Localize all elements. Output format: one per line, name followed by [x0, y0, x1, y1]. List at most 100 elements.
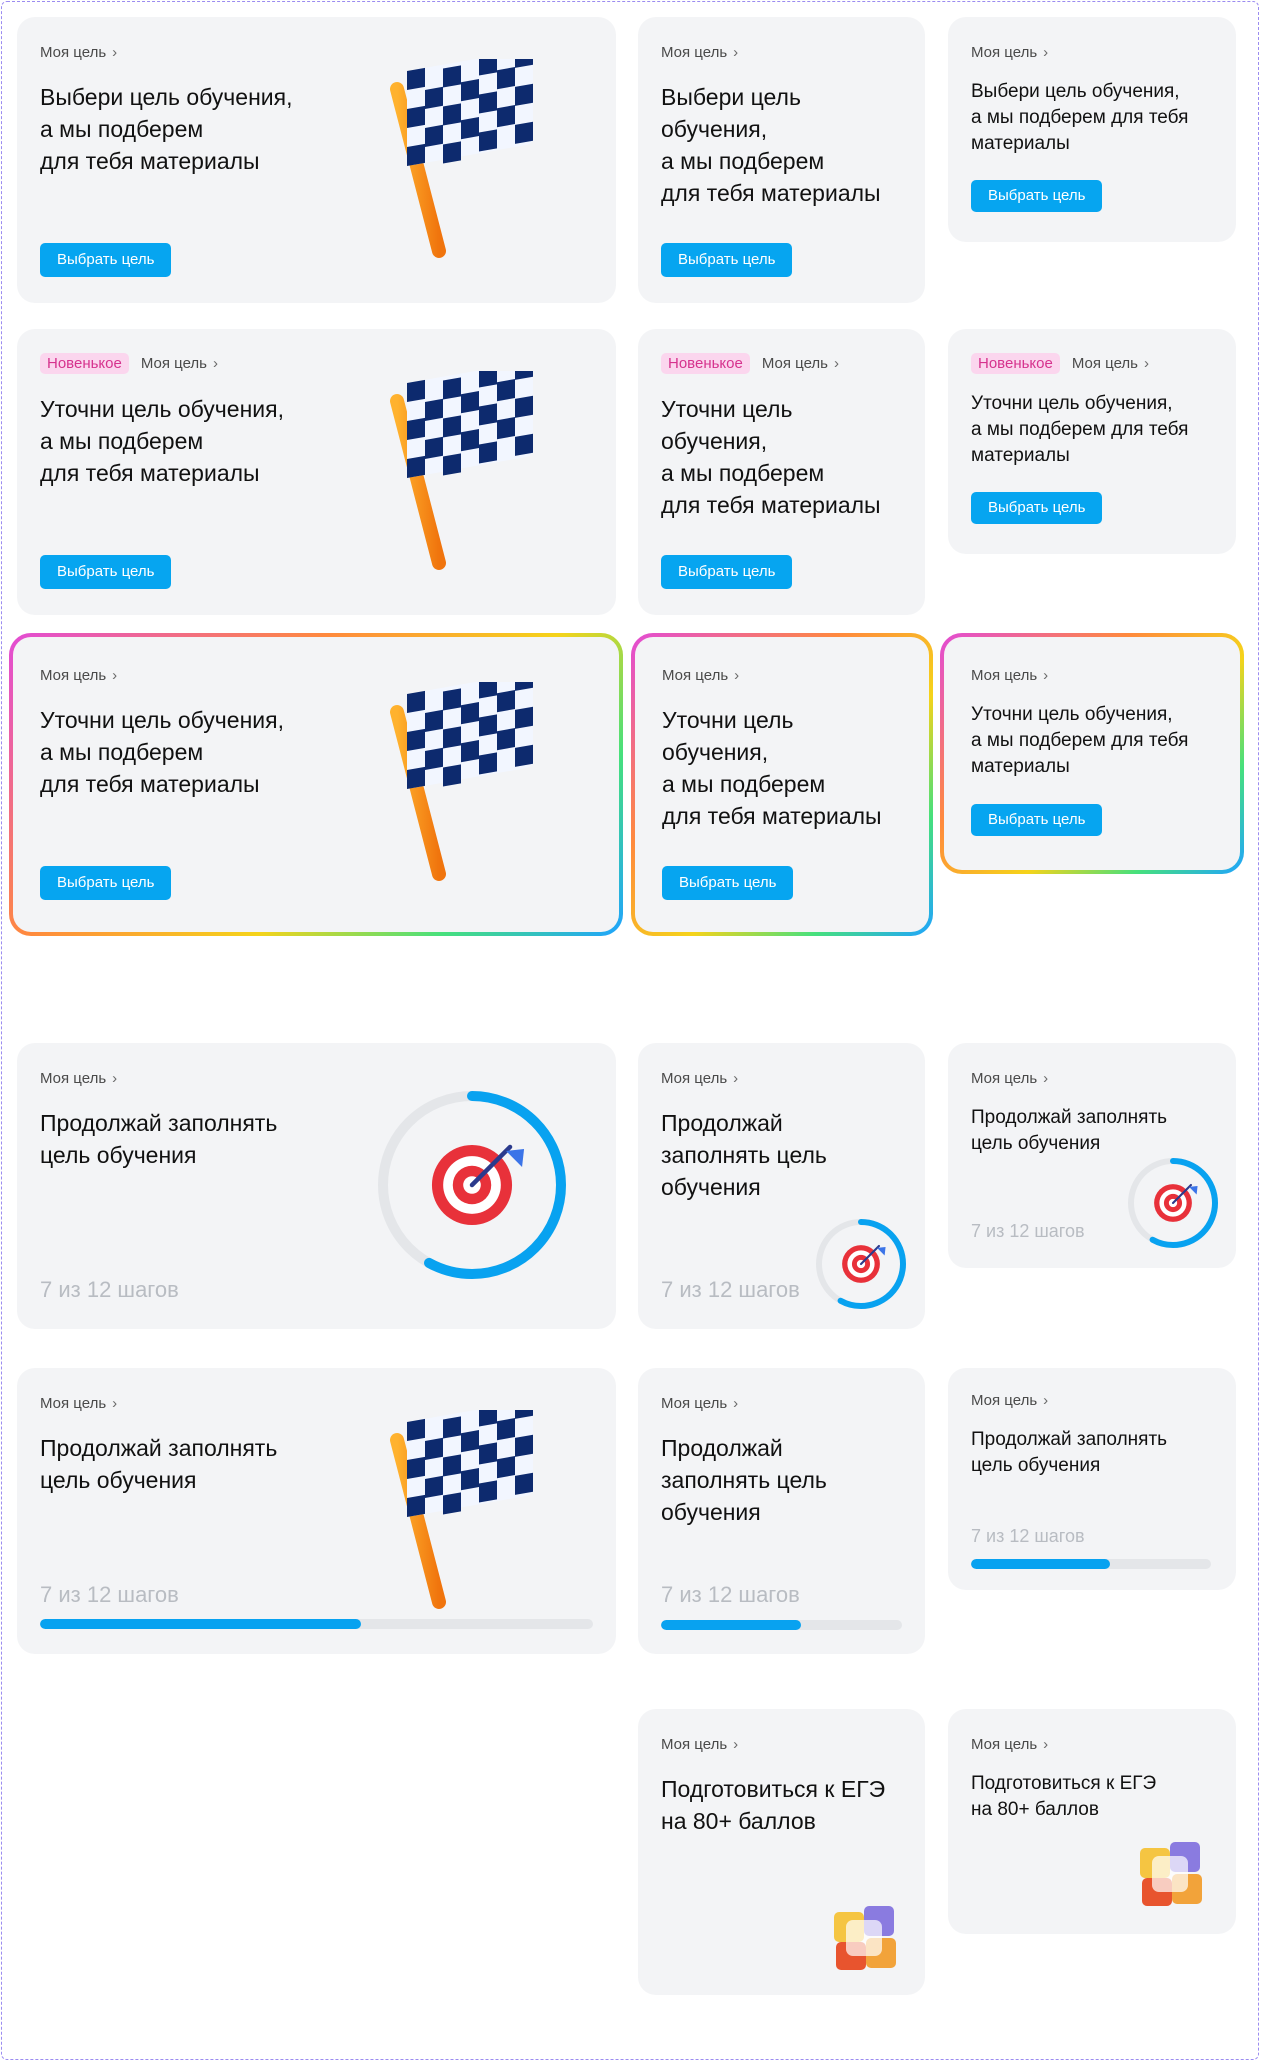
new-badge: Новенькое — [661, 353, 750, 374]
chevron-right-icon: › — [112, 667, 118, 684]
card-title: Уточни цель обучения, а мы подберем для … — [971, 704, 1189, 777]
breadcrumb-label: Моя цель — [1071, 355, 1138, 372]
chevron-right-icon: › — [733, 44, 739, 61]
chevron-right-icon: › — [733, 1070, 739, 1087]
breadcrumb[interactable]: Моя цель › — [661, 1736, 738, 1753]
goal-card-large-continue-bar[interactable]: Моя цель › Продолжай заполнять цель обуче… — [17, 1368, 616, 1654]
chevron-right-icon: › — [833, 355, 839, 372]
chevron-right-icon: › — [112, 44, 118, 61]
card-title: Продолжай заполнять цель обучения — [971, 1107, 1168, 1154]
breadcrumb[interactable]: Моя цель › — [971, 1736, 1048, 1753]
choose-goal-button[interactable]: Выбрать цель — [661, 243, 793, 277]
progress-fill — [661, 1620, 801, 1630]
progress-fill — [971, 1559, 1111, 1569]
checkered-flag-icon — [390, 371, 533, 570]
target-progress-ring — [378, 1091, 566, 1279]
choose-goal-button[interactable]: Выбрать цель — [971, 804, 1103, 836]
chevron-right-icon: › — [734, 667, 740, 684]
progress-fill — [40, 1619, 361, 1629]
choose-goal-button[interactable]: Выбрать цель — [971, 180, 1103, 212]
card-title: Продолжай заполнять цель обучения — [40, 1435, 278, 1493]
choose-goal-button[interactable]: Выбрать цель — [40, 866, 172, 900]
chevron-right-icon: › — [1043, 44, 1049, 61]
card-title: Выбери цель обучения, а мы подберем для … — [661, 84, 881, 206]
breadcrumb[interactable]: Моя цель › — [971, 1070, 1048, 1087]
breadcrumb-label: Моя цель — [971, 1736, 1038, 1753]
goal-card-small-choose[interactable]: Моя цель › Выбери цель обучения, а мы под… — [948, 17, 1236, 242]
steps-counter: 7 из 12 шагов — [40, 1277, 179, 1302]
breadcrumb-label: Моя цель — [971, 44, 1038, 61]
breadcrumb-label: Моя цель — [40, 667, 107, 684]
breadcrumb[interactable]: Моя цель › — [971, 44, 1048, 61]
chevron-right-icon: › — [733, 1395, 739, 1412]
chevron-right-icon: › — [1043, 1392, 1049, 1409]
checkered-flag-icon — [390, 1410, 533, 1609]
progress-bar — [971, 1559, 1211, 1569]
chevron-right-icon: › — [1043, 1736, 1049, 1753]
card-title: Подготовиться к ЕГЭ на 80+ баллов — [661, 1776, 886, 1834]
goal-card-small-refine-highlight[interactable]: Моя цель › Уточни цель обучения, а мы под… — [940, 633, 1244, 874]
goal-card-medium-refine-new[interactable]: Новенькое Моя цель › Уточни цель обучения,… — [638, 329, 925, 615]
chevron-right-icon: › — [112, 1395, 118, 1412]
goal-card-medium-ege[interactable]: Моя цель › Подготовиться к ЕГЭ на 80+ бал… — [638, 1709, 925, 1995]
new-badge: Новенькое — [971, 353, 1060, 374]
choose-goal-button[interactable]: Выбрать цель — [661, 555, 793, 589]
breadcrumb[interactable]: Моя цель › — [661, 44, 738, 61]
choose-goal-button[interactable]: Выбрать цель — [40, 555, 172, 589]
target-progress-ring — [816, 1219, 906, 1309]
goal-card-large-refine-new[interactable]: Новенькое Моя цель › Уточни цель обучения,… — [17, 329, 616, 615]
goal-card-small-continue-ring[interactable]: Моя цель › Продолжай заполнять цель обуче… — [948, 1043, 1236, 1268]
breadcrumb-label: Моя цель — [661, 44, 728, 61]
goal-card-medium-choose[interactable]: Моя цель › Выбери цель обучения, а мы под… — [638, 17, 925, 303]
card-title: Уточни цель обучения, а мы подберем для … — [971, 393, 1189, 466]
breadcrumb[interactable]: Моя цель › — [40, 44, 117, 61]
card-title: Продолжай заполнять цель обучения — [40, 1110, 278, 1168]
breadcrumb[interactable]: Моя цель › — [661, 1070, 738, 1087]
breadcrumb-label: Моя цель — [40, 44, 107, 61]
card-title: Продолжай заполнять цель обучения — [661, 1435, 827, 1525]
cube-icon — [834, 1906, 896, 1970]
steps-counter: 7 из 12 шагов — [40, 1582, 179, 1607]
goal-card-small-continue-bar[interactable]: Моя цель › Продолжай заполнять цель обуче… — [948, 1368, 1236, 1590]
goal-card-medium-continue-bar[interactable]: Моя цель › Продолжай заполнять цель обуче… — [638, 1368, 925, 1654]
progress-bar — [661, 1620, 902, 1630]
breadcrumb[interactable]: Новенькое Моя цель › — [971, 353, 1149, 374]
card-title: Уточни цель обучения, а мы подберем для … — [662, 707, 882, 829]
checkered-flag-icon — [390, 59, 533, 258]
breadcrumb[interactable]: Моя цель › — [40, 1395, 117, 1412]
breadcrumb-label: Моя цель — [761, 355, 828, 372]
choose-goal-button[interactable]: Выбрать цель — [971, 492, 1103, 524]
goal-card-medium-continue-ring[interactable]: Моя цель › Продолжай заполнять цель обуче… — [638, 1043, 925, 1329]
cube-icon — [1140, 1842, 1202, 1906]
checkered-flag-icon — [390, 682, 533, 881]
chevron-right-icon: › — [112, 1070, 118, 1087]
breadcrumb-label: Моя цель — [40, 1070, 107, 1087]
goal-card-small-ege[interactable]: Моя цель › Подготовиться к ЕГЭ на 80+ бал… — [948, 1709, 1236, 1934]
steps-counter: 7 из 12 шагов — [661, 1582, 800, 1607]
breadcrumb-label: Моя цель — [661, 1395, 728, 1412]
breadcrumb-label: Моя цель — [661, 1070, 728, 1087]
goal-card-large-continue-ring[interactable]: Моя цель › Продолжай заполнять цель обуче… — [17, 1043, 616, 1329]
breadcrumb[interactable]: Моя цель › — [971, 1392, 1048, 1409]
choose-goal-button[interactable]: Выбрать цель — [40, 243, 172, 277]
breadcrumb-label: Моя цель — [661, 1736, 728, 1753]
goal-card-large-choose[interactable]: Моя цель › Выбери цель обучения, а мы под… — [17, 17, 616, 303]
breadcrumb[interactable]: Новенькое Моя цель › — [661, 353, 839, 374]
card-title: Выбери цель обучения, а мы подберем для … — [40, 84, 293, 174]
breadcrumb-label: Моя цель — [140, 355, 207, 372]
breadcrumb[interactable]: Моя цель › — [40, 667, 117, 684]
chevron-right-icon: › — [1143, 355, 1149, 372]
breadcrumb[interactable]: Моя цель › — [40, 1070, 117, 1087]
breadcrumb[interactable]: Моя цель › — [662, 667, 739, 684]
breadcrumb[interactable]: Моя цель › — [661, 1395, 738, 1412]
card-title: Подготовиться к ЕГЭ на 80+ баллов — [971, 1773, 1157, 1820]
card-title: Уточни цель обучения, а мы подберем для … — [40, 396, 284, 486]
breadcrumb-label: Моя цель — [40, 1395, 107, 1412]
goal-card-large-refine-highlight[interactable]: Моя цель › Уточни цель обучения, а мы под… — [9, 633, 623, 936]
choose-goal-button[interactable]: Выбрать цель — [662, 866, 794, 900]
goal-card-small-refine-new[interactable]: Новенькое Моя цель › Уточни цель обучения,… — [948, 329, 1236, 554]
breadcrumb[interactable]: Моя цель › — [971, 667, 1048, 684]
goal-card-medium-refine-highlight[interactable]: Моя цель › Уточни цель обучения, а мы под… — [631, 633, 933, 936]
breadcrumb[interactable]: Новенькое Моя цель › — [40, 353, 218, 374]
chevron-right-icon: › — [1043, 667, 1049, 684]
